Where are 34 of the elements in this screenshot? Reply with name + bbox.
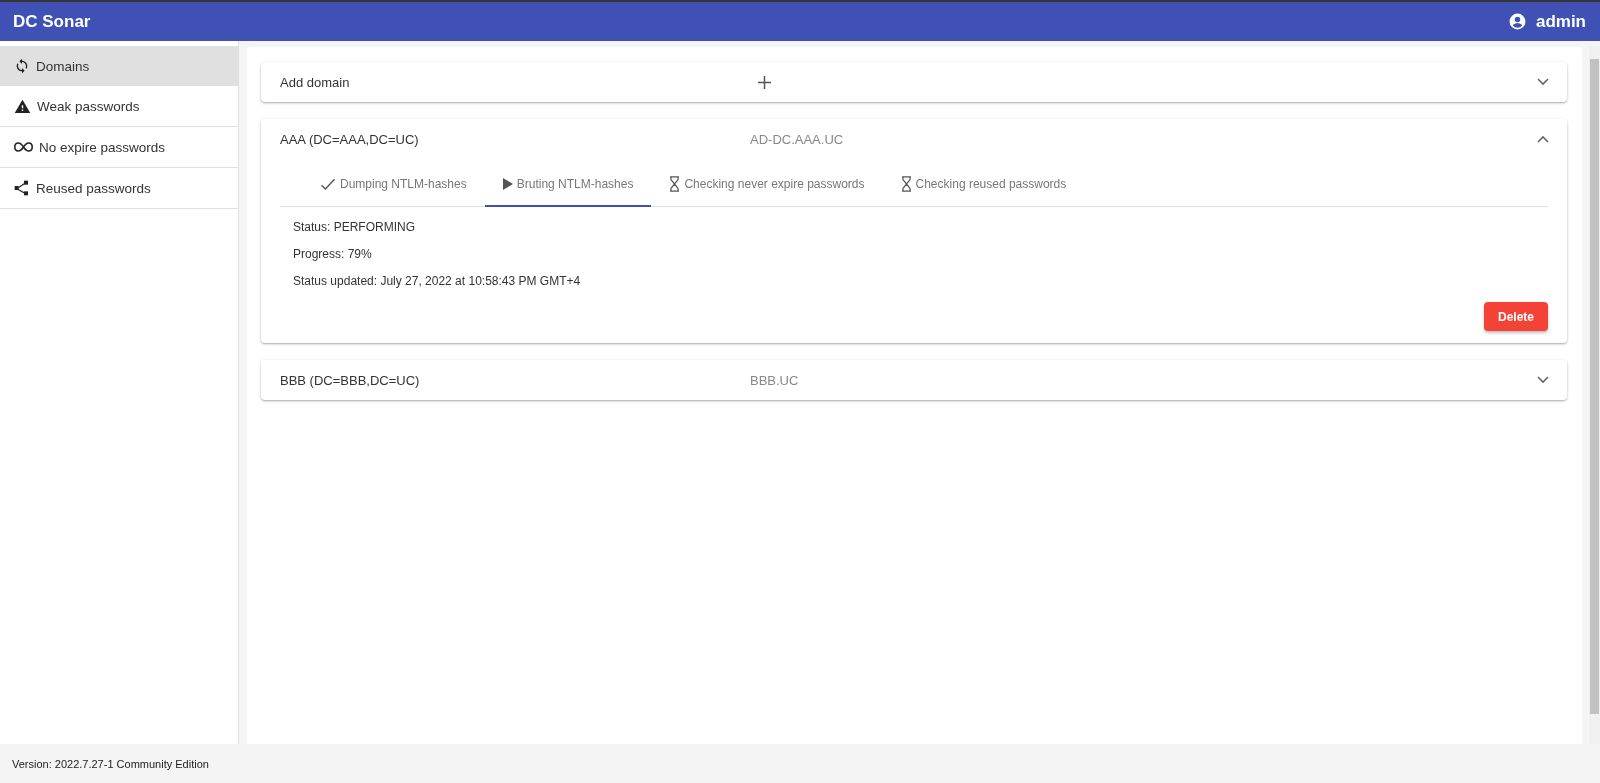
account-icon[interactable] bbox=[1507, 12, 1527, 31]
step-tab[interactable]: Dumping NTLM-hashes bbox=[302, 163, 485, 207]
user-name[interactable]: admin bbox=[1535, 11, 1586, 32]
domain-host: BBB.UC bbox=[750, 372, 800, 388]
status-text: Progress: 79% bbox=[293, 247, 373, 261]
hourglass-icon bbox=[669, 176, 681, 192]
hourglass-icon bbox=[900, 176, 912, 192]
infinity-icon bbox=[14, 141, 33, 153]
warning-icon bbox=[14, 98, 31, 114]
expand-icon[interactable] bbox=[1537, 78, 1549, 86]
scrollbar[interactable] bbox=[1589, 47, 1600, 744]
sidebar-item[interactable]: No expire passwords bbox=[0, 127, 238, 168]
panel-title: Add domain bbox=[280, 74, 351, 90]
version-text: Version: 2022.7.27-1 Community Edition bbox=[0, 744, 1600, 783]
sync-icon bbox=[14, 58, 30, 74]
delete-button[interactable]: Delete bbox=[1483, 302, 1548, 331]
sidebar-item[interactable]: Reused passwords bbox=[0, 168, 238, 209]
sidebar-item[interactable]: Domains bbox=[0, 46, 238, 86]
domain-host: AD-DC.AAA.UC bbox=[750, 131, 845, 147]
play-icon bbox=[502, 178, 513, 190]
panel-title: BBB (DC=BBB,DC=UC) bbox=[280, 372, 421, 388]
check-icon bbox=[320, 177, 336, 191]
plus-icon[interactable] bbox=[758, 75, 771, 89]
status-text: Status updated: July 27, 2022 at 10:58:43 PM GMT+4 bbox=[293, 274, 582, 288]
expand-icon[interactable] bbox=[1537, 376, 1549, 384]
collapse-icon[interactable] bbox=[1537, 135, 1549, 143]
step-tab[interactable]: Bruting NTLM-hashes bbox=[484, 163, 652, 207]
status-text: Status: PERFORMING bbox=[293, 220, 417, 234]
share-icon bbox=[14, 180, 30, 196]
sidebar-item[interactable]: Weak passwords bbox=[0, 86, 238, 127]
app-title: DC Sonar bbox=[13, 11, 91, 32]
panel-title: AAA (DC=AAA,DC=UC) bbox=[280, 131, 420, 147]
step-tab[interactable]: Checking never expire passwords bbox=[651, 163, 883, 207]
step-tab[interactable]: Checking reused passwords bbox=[882, 163, 1085, 207]
